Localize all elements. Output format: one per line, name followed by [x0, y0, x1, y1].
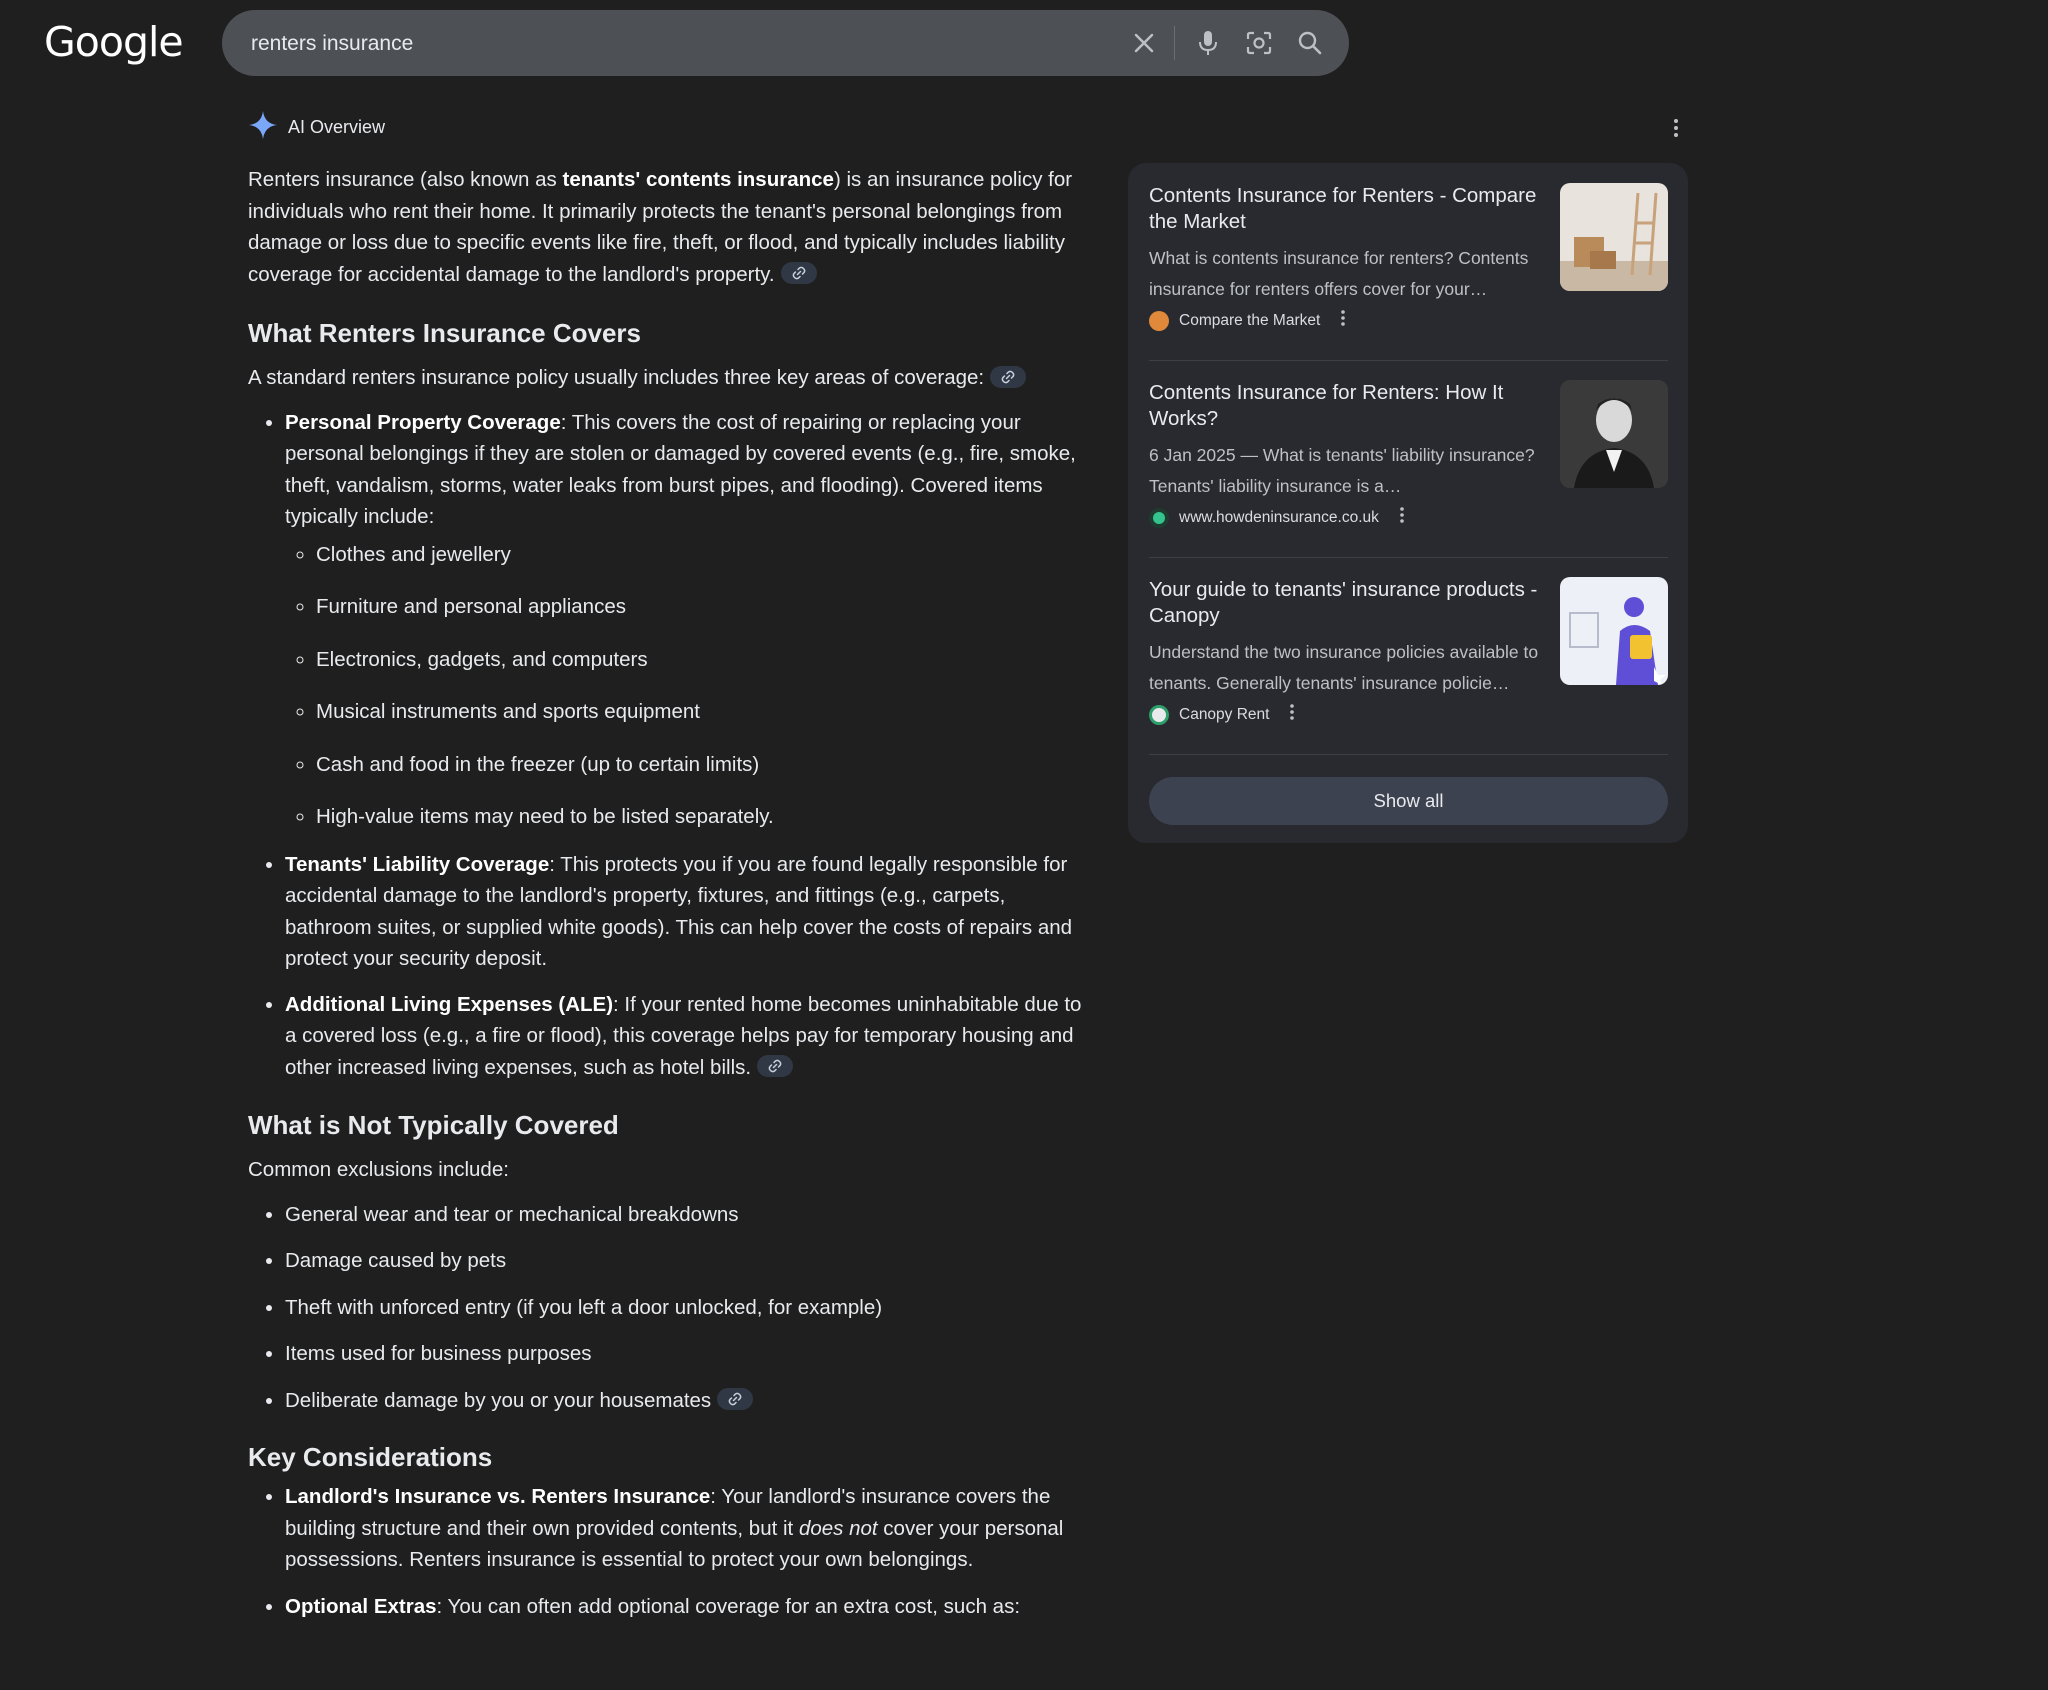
- more-options-icon[interactable]: [1338, 309, 1348, 332]
- canopy-favicon: [1149, 704, 1169, 725]
- illustration-thumbnail[interactable]: [1560, 577, 1668, 685]
- ai-overview-label: AI Overview: [288, 117, 386, 137]
- camera-lens-icon[interactable]: [1243, 27, 1275, 59]
- source-attribution: www.howdeninsurance.co.uk: [1149, 506, 1407, 529]
- source-name: www.howdeninsurance.co.uk: [1179, 508, 1379, 526]
- list-item: Clothes and jewellery: [316, 539, 1088, 570]
- item-bold: Additional Living Expenses (ALE): [285, 992, 614, 1016]
- item-text: Deliberate damage by you or your housema…: [285, 1388, 712, 1412]
- source-name: Canopy Rent: [1179, 705, 1270, 723]
- intro-text: Renters insurance (also known as: [248, 168, 563, 191]
- search-icon[interactable]: [1294, 27, 1326, 59]
- source-attribution: Canopy Rent: [1149, 703, 1297, 726]
- sources-panel: Contents Insurance for Renters - Compare…: [1128, 163, 1688, 843]
- list-item: Landlord's Insurance vs. Renters Insuran…: [285, 1481, 1088, 1576]
- source-link-icon[interactable]: [990, 365, 1027, 388]
- list-item: Deliberate damage by you or your housema…: [285, 1385, 1088, 1417]
- not-covered-heading: What is Not Typically Covered: [248, 1110, 619, 1140]
- list-item: Furniture and personal appliances: [316, 591, 1088, 622]
- list-item: Personal Property Coverage: This covers …: [285, 407, 1088, 833]
- item-bold: Personal Property Coverage: [285, 410, 561, 434]
- more-options-icon[interactable]: [1287, 703, 1297, 726]
- list-item: Optional Extras: You can often add optio…: [285, 1591, 1088, 1623]
- source-title[interactable]: Contents Insurance for Renters - Compare…: [1149, 183, 1554, 235]
- source-snippet: What is contents insurance for renters? …: [1149, 248, 1529, 299]
- google-logo[interactable]: Google: [44, 18, 184, 66]
- source-link-icon[interactable]: [757, 1055, 794, 1078]
- item-text: : You can often add optional coverage fo…: [436, 1594, 1021, 1618]
- source-card[interactable]: Contents Insurance for Renters - Compare…: [1149, 163, 1668, 361]
- list-item: Items used for business purposes: [285, 1338, 1088, 1370]
- source-name: Compare the Market: [1179, 311, 1321, 329]
- coverage-list: Personal Property Coverage: This covers …: [248, 407, 1088, 1084]
- source-title[interactable]: Your guide to tenants' insurance product…: [1149, 577, 1554, 629]
- source-snippet: Understand the two insurance policies av…: [1149, 642, 1539, 693]
- more-options-icon[interactable]: [1668, 118, 1684, 143]
- list-item: Damage caused by pets: [285, 1245, 1088, 1277]
- intro-paragraph: Renters insurance (also known as tenants…: [248, 164, 1088, 290]
- sparkle-icon: [248, 110, 278, 145]
- considerations-list: Landlord's Insurance vs. Renters Insuran…: [248, 1481, 1088, 1622]
- item-italic: does not: [798, 1516, 878, 1540]
- search-divider: [1174, 26, 1175, 60]
- covers-heading: What Renters Insurance Covers: [248, 318, 642, 348]
- source-title[interactable]: Contents Insurance for Renters: How It W…: [1149, 380, 1554, 432]
- ai-overview-content: Renters insurance (also known as tenants…: [248, 164, 1088, 1622]
- ai-overview-header: AI Overview: [248, 110, 385, 145]
- search-input[interactable]: [249, 10, 1073, 78]
- item-bold: Tenants' Liability Coverage: [285, 852, 550, 876]
- compare-the-market-favicon: [1149, 310, 1169, 331]
- room-boxes-thumbnail[interactable]: [1560, 183, 1668, 291]
- source-card[interactable]: Contents Insurance for Renters: How It W…: [1149, 360, 1668, 558]
- person-portrait-thumbnail[interactable]: [1560, 380, 1668, 488]
- list-item: Cash and food in the freezer (up to cert…: [316, 749, 1088, 780]
- show-all-button[interactable]: Show all: [1149, 777, 1668, 825]
- list-item: High-value items may need to be listed s…: [316, 801, 1088, 832]
- intro-bold: tenants' contents insurance: [562, 168, 834, 191]
- list-item: Electronics, gadgets, and computers: [316, 644, 1088, 675]
- list-item: Additional Living Expenses (ALE): If you…: [285, 989, 1088, 1084]
- covers-lead: A standard renters insurance policy usua…: [248, 362, 1088, 394]
- list-item: Theft with unforced entry (if you left a…: [285, 1292, 1088, 1324]
- covers-lead-text: A standard renters insurance policy usua…: [248, 366, 985, 389]
- source-attribution: Compare the Market: [1149, 309, 1348, 332]
- covered-items-list: Clothes and jewellery Furniture and pers…: [285, 539, 1088, 833]
- source-link-icon[interactable]: [717, 1388, 754, 1411]
- howden-favicon: [1149, 507, 1169, 528]
- list-item: General wear and tear or mechanical brea…: [285, 1199, 1088, 1231]
- considerations-heading: Key Considerations: [248, 1442, 493, 1472]
- clear-icon[interactable]: [1128, 27, 1160, 59]
- not-covered-lead: Common exclusions include:: [248, 1158, 509, 1181]
- microphone-icon[interactable]: [1192, 27, 1224, 59]
- more-options-icon[interactable]: [1397, 506, 1407, 529]
- exclusions-list: General wear and tear or mechanical brea…: [248, 1199, 1088, 1417]
- source-card[interactable]: Your guide to tenants' insurance product…: [1149, 557, 1668, 755]
- item-bold: Landlord's Insurance vs. Renters Insuran…: [285, 1485, 711, 1508]
- search-bar: [222, 10, 1349, 78]
- list-item: Musical instruments and sports equipment: [316, 696, 1088, 727]
- item-bold: Optional Extras: [285, 1594, 437, 1618]
- list-item: Tenants' Liability Coverage: This protec…: [285, 849, 1088, 975]
- source-snippet: 6 Jan 2025 — What is tenants' liability …: [1149, 445, 1535, 496]
- source-link-icon[interactable]: [780, 262, 817, 285]
